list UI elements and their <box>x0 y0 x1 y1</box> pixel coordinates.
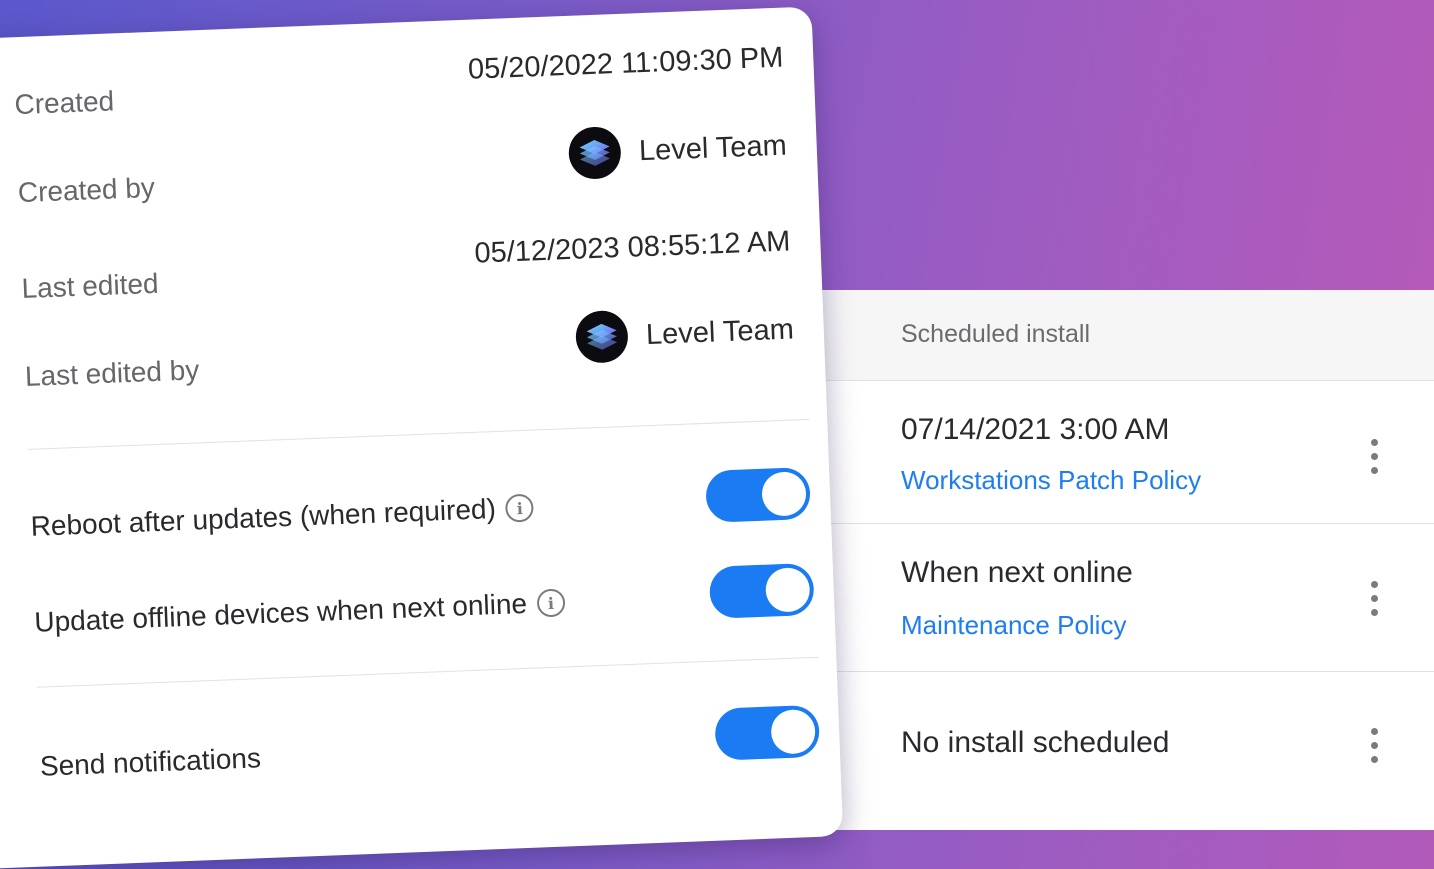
scheduled-install-table: Scheduled install 07/14/2021 3:00 AM Wor… <box>760 290 1434 830</box>
toggle-knob <box>764 567 811 613</box>
scheduled-install-time: No install scheduled <box>901 726 1170 759</box>
info-icon[interactable]: i <box>536 588 566 618</box>
table-header: Scheduled install <box>760 290 1434 381</box>
divider <box>27 418 810 450</box>
table-row[interactable]: No install scheduled <box>760 672 1434 812</box>
table-row[interactable]: When next online Maintenance Policy <box>760 524 1434 672</box>
created-by-user[interactable]: Level Team <box>568 120 788 180</box>
last-edited-label: Last edited <box>21 267 160 305</box>
update-offline-devices-label: Update offline devices when next online … <box>34 586 566 638</box>
last-edited-value: 05/12/2023 08:55:12 AM <box>473 225 791 270</box>
last-edited-by-user[interactable]: Level Team <box>575 303 795 364</box>
created-label: Created <box>13 85 115 121</box>
column-header-scheduled-install[interactable]: Scheduled install <box>901 320 1090 349</box>
user-name: Level Team <box>638 129 788 167</box>
table-row[interactable]: 07/14/2021 3:00 AM Workstations Patch Po… <box>760 381 1434 524</box>
divider <box>36 656 819 688</box>
send-notifications-label: Send notifications <box>39 742 262 782</box>
policy-link[interactable]: Workstations Patch Policy <box>901 465 1201 496</box>
reboot-after-updates-toggle[interactable] <box>705 466 812 523</box>
kebab-menu-icon[interactable] <box>1364 728 1384 768</box>
policy-link[interactable]: Maintenance Policy <box>901 610 1126 641</box>
send-notifications-toggle[interactable] <box>714 704 821 761</box>
toggle-knob <box>761 471 807 517</box>
scheduled-install-time: When next online <box>901 556 1133 589</box>
toggle-knob <box>770 708 817 755</box>
kebab-menu-icon[interactable] <box>1364 439 1384 479</box>
level-logo-icon <box>575 309 630 364</box>
level-logo-icon <box>568 125 623 180</box>
last-edited-by-label: Last edited by <box>24 354 200 392</box>
scheduled-install-time: 07/14/2021 3:00 AM <box>901 413 1170 446</box>
update-offline-devices-toggle[interactable] <box>708 562 815 619</box>
created-value: 05/20/2022 11:09:30 PM <box>467 41 784 86</box>
info-icon[interactable]: i <box>505 493 535 523</box>
kebab-menu-icon[interactable] <box>1364 581 1384 621</box>
user-name: Level Team <box>645 312 795 351</box>
policy-details-card: Created 05/20/2022 11:09:30 PM Created b… <box>0 6 844 869</box>
created-by-label: Created by <box>17 171 156 209</box>
reboot-after-updates-label: Reboot after updates (when required) i <box>30 492 535 543</box>
